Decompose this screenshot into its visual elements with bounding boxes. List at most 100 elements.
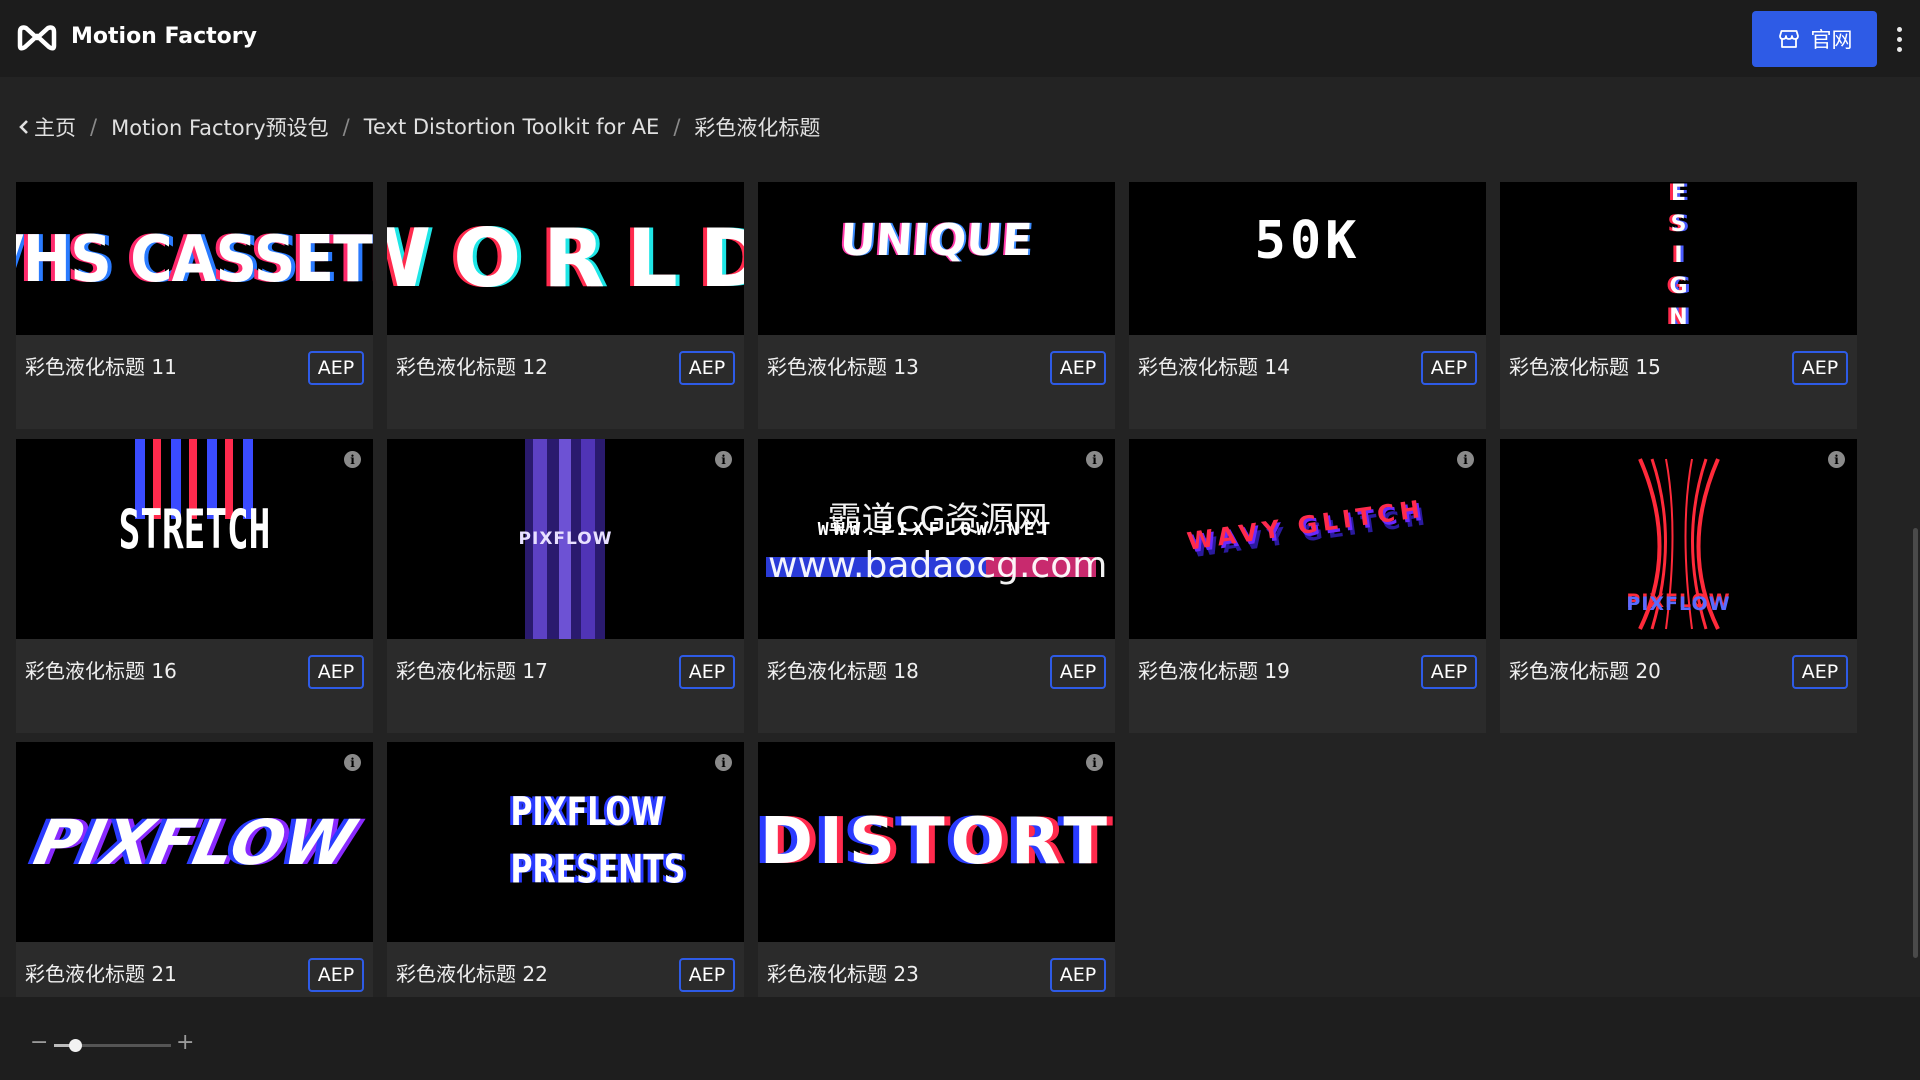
thumbnail-preview-text: 50K	[1254, 210, 1361, 271]
card-title[interactable]: 彩色液化标题 16	[25, 655, 177, 684]
card-title[interactable]: 彩色液化标题 22	[396, 958, 548, 987]
asset-card[interactable]: PIXFLOW i 彩色液化标题 20 AEP	[1500, 439, 1857, 733]
asset-thumbnail[interactable]: PIXFLOW i	[1500, 439, 1857, 639]
info-icon[interactable]: i	[1086, 451, 1103, 468]
aep-tag[interactable]: AEP	[1421, 351, 1477, 385]
card-footer: 彩色液化标题 19 AEP	[1129, 639, 1486, 733]
asset-thumbnail[interactable]: UNIQUE	[758, 182, 1115, 335]
card-title[interactable]: 彩色液化标题 17	[396, 655, 548, 684]
asset-thumbnail[interactable]: WWW.PIXFLOW.NET i	[758, 439, 1115, 639]
asset-card[interactable]: UNIQUE 彩色液化标题 13 AEP	[758, 182, 1115, 429]
zoom-slider-handle[interactable]	[69, 1039, 82, 1052]
asset-thumbnail[interactable]: DISTORT i	[758, 742, 1115, 942]
card-title[interactable]: 彩色液化标题 23	[767, 958, 919, 987]
card-footer: 彩色液化标题 13 AEP	[758, 335, 1115, 429]
top-bar: Motion Factory 官网	[0, 0, 1920, 77]
zoom-out-button[interactable]: −	[30, 1030, 48, 1055]
info-icon[interactable]: i	[715, 451, 732, 468]
aep-tag[interactable]: AEP	[679, 351, 735, 385]
aep-tag[interactable]: AEP	[1792, 351, 1848, 385]
info-icon[interactable]: i	[344, 754, 361, 771]
thumbnail-preview-text: WAVY GLITCH	[1184, 494, 1427, 556]
card-footer: 彩色液化标题 15 AEP	[1500, 335, 1857, 429]
asset-card[interactable]: VHS CASSETE 彩色液化标题 11 AEP	[16, 182, 373, 429]
more-vertical-icon[interactable]	[1890, 22, 1908, 56]
asset-card[interactable]: PIXFLOW PRESENTS i 彩色液化标题 22 AEP	[387, 742, 744, 1036]
asset-thumbnail[interactable]: ESIGN	[1500, 182, 1857, 335]
card-title[interactable]: 彩色液化标题 13	[767, 351, 919, 380]
card-footer: 彩色液化标题 12 AEP	[387, 335, 744, 429]
asset-card[interactable]: 50K 彩色液化标题 14 AEP	[1129, 182, 1486, 429]
breadcrumb-toolkit[interactable]: Text Distortion Toolkit for AE	[364, 115, 660, 139]
asset-card[interactable]: DISTORT i 彩色液化标题 23 AEP	[758, 742, 1115, 1036]
card-footer: 彩色液化标题 18 AEP	[758, 639, 1115, 733]
zoom-in-button[interactable]: +	[176, 1030, 194, 1055]
card-title[interactable]: 彩色液化标题 11	[25, 351, 177, 380]
thumbnail-preview-text: PIXFLOW	[1626, 593, 1731, 615]
asset-card[interactable]: PIXFLOW i 彩色液化标题 21 AEP	[16, 742, 373, 1036]
aep-tag[interactable]: AEP	[1421, 655, 1477, 689]
asset-card[interactable]: WORLD 彩色液化标题 12 AEP	[387, 182, 744, 429]
asset-thumbnail[interactable]: PIXFLOW i	[16, 742, 373, 942]
official-site-button[interactable]: 官网	[1752, 11, 1877, 67]
thumbnail-preview-text: ESIGN	[1669, 182, 1688, 330]
asset-thumbnail[interactable]: 50K	[1129, 182, 1486, 335]
breadcrumb-home[interactable]: 主页	[34, 112, 76, 142]
aep-tag[interactable]: AEP	[1050, 958, 1106, 992]
info-icon[interactable]: i	[715, 754, 732, 771]
stretch-bar-graphic	[766, 557, 1096, 577]
info-icon[interactable]: i	[1457, 451, 1474, 468]
aep-tag[interactable]: AEP	[679, 958, 735, 992]
asset-card[interactable]: WAVY GLITCH i 彩色液化标题 19 AEP	[1129, 439, 1486, 733]
aep-tag[interactable]: AEP	[308, 958, 364, 992]
card-footer: 彩色液化标题 14 AEP	[1129, 335, 1486, 429]
card-title[interactable]: 彩色液化标题 15	[1509, 351, 1661, 380]
aep-tag[interactable]: AEP	[1050, 655, 1106, 689]
asset-card[interactable]: ESIGN 彩色液化标题 15 AEP	[1500, 182, 1857, 429]
aep-tag[interactable]: AEP	[1050, 351, 1106, 385]
thumbnail-preview-text: UNIQUE	[838, 215, 1035, 266]
info-icon[interactable]: i	[344, 451, 361, 468]
breadcrumb-current: 彩色液化标题	[694, 116, 821, 140]
store-icon	[1778, 30, 1799, 48]
info-icon[interactable]: i	[1086, 754, 1103, 771]
asset-card[interactable]: STRETCH i 彩色液化标题 16 AEP	[16, 439, 373, 733]
thumbnail-preview-text: PIXFLOW	[28, 805, 361, 879]
asset-thumbnail[interactable]: WORLD	[387, 182, 744, 335]
asset-thumbnail[interactable]: WAVY GLITCH i	[1129, 439, 1486, 639]
aep-tag[interactable]: AEP	[679, 655, 735, 689]
card-footer: 彩色液化标题 17 AEP	[387, 639, 744, 733]
asset-thumbnail[interactable]: STRETCH i	[16, 439, 373, 639]
breadcrumb: 主页 / Motion Factory预设包 / Text Distortion…	[18, 112, 820, 142]
official-site-label: 官网	[1810, 28, 1853, 52]
chevron-left-icon[interactable]	[18, 119, 30, 135]
asset-thumbnail[interactable]: PIXFLOW PRESENTS i	[387, 742, 744, 942]
card-title[interactable]: 彩色液化标题 20	[1509, 655, 1661, 684]
thumbnail-preview-text: WWW.PIXFLOW.NET	[817, 518, 1056, 540]
breadcrumb-separator: /	[673, 115, 681, 139]
asset-card[interactable]: PIXFLOW i 彩色液化标题 17 AEP	[387, 439, 744, 733]
thumbnail-preview-text: PIXFLOW PRESENTS	[510, 790, 686, 893]
app-title[interactable]: Motion Factory	[71, 24, 257, 49]
asset-card[interactable]: WWW.PIXFLOW.NET i 彩色液化标题 18 AEP	[758, 439, 1115, 733]
card-title[interactable]: 彩色液化标题 18	[767, 655, 919, 684]
asset-thumbnail[interactable]: PIXFLOW i	[387, 439, 744, 639]
thumbnail-preview-text: PIXFLOW	[518, 529, 613, 549]
thumbnail-preview-text: DISTORT	[759, 805, 1114, 879]
breadcrumb-presets[interactable]: Motion Factory预设包	[111, 112, 329, 142]
bottom-bar	[0, 997, 1920, 1080]
card-footer: 彩色液化标题 11 AEP	[16, 335, 373, 429]
card-title[interactable]: 彩色液化标题 21	[25, 958, 177, 987]
aep-tag[interactable]: AEP	[1792, 655, 1848, 689]
card-title[interactable]: 彩色液化标题 12	[396, 351, 548, 380]
asset-thumbnail[interactable]: VHS CASSETE	[16, 182, 373, 335]
info-icon[interactable]: i	[1828, 451, 1845, 468]
aep-tag[interactable]: AEP	[308, 351, 364, 385]
aep-tag[interactable]: AEP	[308, 655, 364, 689]
vertical-scrollbar[interactable]	[1913, 528, 1918, 958]
breadcrumb-separator: /	[342, 115, 350, 139]
motion-factory-logo-icon[interactable]	[16, 22, 58, 54]
zoom-slider[interactable]	[54, 1039, 171, 1052]
card-title[interactable]: 彩色液化标题 19	[1138, 655, 1290, 684]
card-title[interactable]: 彩色液化标题 14	[1138, 351, 1290, 380]
